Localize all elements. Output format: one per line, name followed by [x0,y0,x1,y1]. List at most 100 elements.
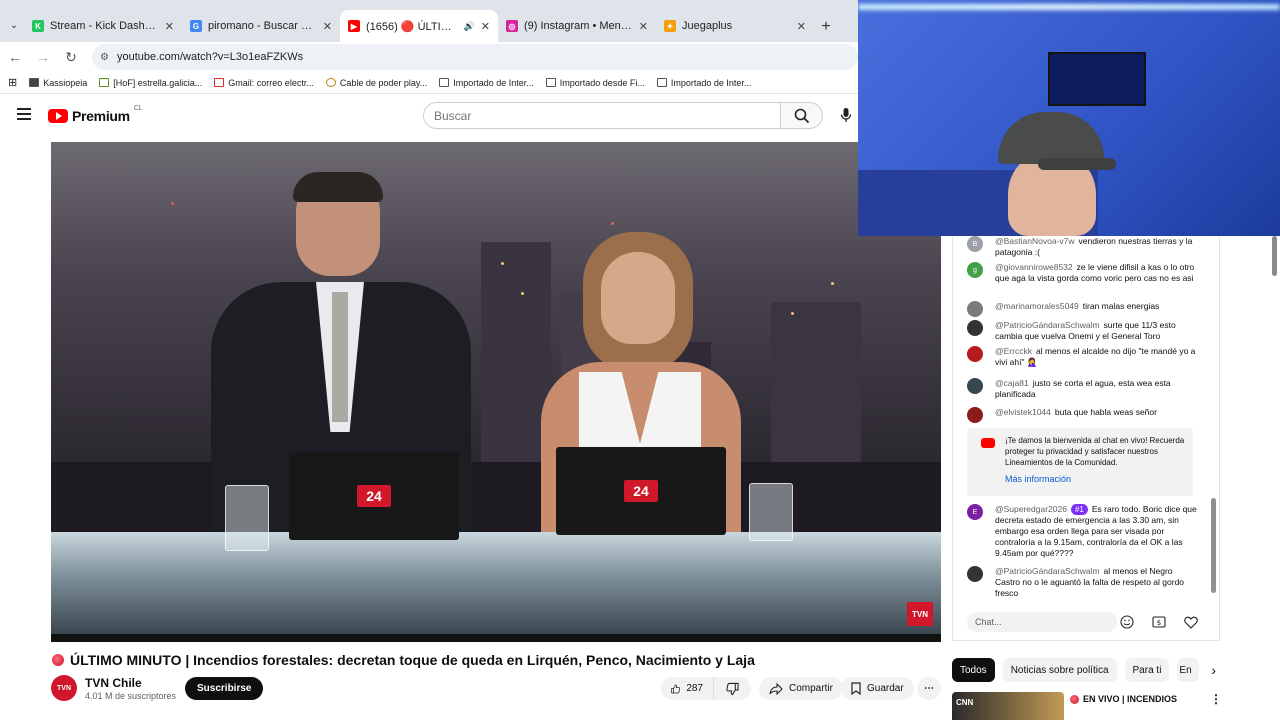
live-dot-icon [1070,694,1079,704]
chip-partial[interactable]: En [1177,658,1200,682]
apps-grid-icon[interactable]: ⊞ [8,76,17,89]
mic-button[interactable] [835,104,857,126]
channel-avatar[interactable]: TVN [51,675,77,701]
bookmark-item[interactable]: [HoF] estrella.galicia... [99,78,202,88]
tab-instagram[interactable]: ◎ (9) Instagram • Mensajes ✕ [498,10,656,42]
close-icon[interactable]: ✕ [797,20,806,33]
more-actions-button[interactable]: ⋯ [917,677,941,700]
water-glass [225,485,269,551]
bookmark-label: Importado de Inter... [670,77,752,88]
city-light [501,262,504,265]
forward-icon[interactable]: → [36,49,50,65]
new-tab-icon[interactable]: + [814,12,838,42]
tab-youtube[interactable]: ▶ (1656) 🔴 ÚLTIMO MINUTO 🔊 ✕ [340,10,498,42]
back-icon[interactable]: ← [8,49,22,65]
bookmarks-bar: ⊞ Kassiopeia [HoF] estrella.galicia... G… [0,72,858,94]
channel24-badge: 24 [624,480,658,502]
folder-icon [439,78,450,87]
thumbs-up-icon [671,684,681,693]
youtube-play-icon [48,109,68,123]
recommended-video[interactable]: CNN EN VIVO | INCENDIOS ⋮ [952,692,1222,720]
close-icon[interactable]: ✕ [639,20,648,33]
chip-todos[interactable]: Todos [952,658,995,682]
cap-brim [1038,158,1116,170]
menu-icon[interactable] [17,108,31,120]
chat-avatar [967,566,983,582]
bookmark-folder[interactable]: Importado de Inter... [439,78,534,88]
subscribe-button[interactable]: Suscribirse [185,677,264,700]
bookmark-item[interactable]: Gmail: correo electr... [214,78,314,88]
kick-favicon-icon: K [32,20,44,32]
like-button[interactable]: 287 [661,677,713,700]
chat-scrollbar[interactable] [1211,498,1216,593]
city-light [791,312,794,315]
bookmark-label: Cable de poder play... [339,77,428,88]
chat-message: B @BastianNovoa-v7w vendieron nuestras ti… [967,236,1199,258]
video-thumbnail[interactable]: CNN [952,692,1064,720]
chat-username[interactable]: @Errcckk [995,346,1032,356]
youtube-logo[interactable]: Premium CL [48,104,143,124]
save-button[interactable]: Guardar [841,677,914,700]
chat-username[interactable]: @Superedgar2026 [995,504,1067,514]
chat-placeholder: Chat... [975,617,1002,627]
tab-kick[interactable]: K Stream - Kick Dashboard ✕ [24,10,182,42]
chat-avatar: B [967,236,983,252]
close-icon[interactable]: ✕ [165,20,174,33]
tab-search-icon[interactable]: ⌄ [4,10,24,40]
chat-username[interactable]: @giovannirowe8532 [995,262,1073,272]
chevron-right-icon[interactable]: › [1211,662,1216,678]
bookmark-item[interactable]: Cable de poder play... [325,77,428,88]
super-chat-icon[interactable]: $ [1151,614,1167,630]
chat-text: buta que habla weas señor [1054,407,1157,417]
recommended-title: EN VIVO | INCENDIOS [1070,694,1177,704]
more-vert-icon[interactable]: ⋮ [1210,692,1222,706]
thumb-label: CNN [956,698,974,707]
heart-icon[interactable] [1183,614,1199,630]
search-placeholder: Buscar [434,108,472,123]
video-player[interactable]: 24 24 TVN [51,142,941,642]
chat-username[interactable]: @PatricioGándaraSchwalm [995,566,1100,576]
chat-avatar [967,346,983,362]
search-input[interactable]: Buscar [423,102,781,129]
youtube-icon [981,438,995,448]
tab-juegaplus[interactable]: ✦ Juegaplus ✕ [656,10,814,42]
bookmark-folder[interactable]: Importado de Inter... [656,77,752,88]
chat-username[interactable]: @caja81 [995,378,1029,388]
chat-username[interactable]: @marinamorales5049 [995,301,1079,311]
chip-para-ti[interactable]: Para ti [1124,658,1170,682]
dislike-button[interactable] [713,677,751,700]
news-desk [51,532,941,642]
video-title-text: ÚLTIMO MINUTO | Incendios forestales: de… [70,652,755,668]
channel24-badge: 24 [357,485,391,507]
search-button[interactable] [781,102,823,129]
reload-icon[interactable]: ↻ [64,49,78,66]
chat-input[interactable]: Chat... [967,612,1117,632]
bookmark-folder[interactable]: Importado desde Fi... [545,78,645,88]
emoji-icon[interactable] [1119,614,1135,630]
water-glass [749,483,793,541]
tab-title: Stream - Kick Dashboard [50,20,159,32]
bookmark-item[interactable]: Kassiopeia [29,78,87,88]
close-icon[interactable]: ✕ [481,20,490,33]
address-bar: ← → ↻ ⚙ youtube.com/watch?v=L3o1eaFZKWs [0,42,858,72]
url-input[interactable]: ⚙ youtube.com/watch?v=L3o1eaFZKWs [92,44,858,70]
city-light [171,202,174,205]
video-progress-bar[interactable] [51,634,941,642]
chat-username[interactable]: @BastianNovoa-v7w [995,236,1075,246]
tab-google[interactable]: G piromano - Buscar con Google ✕ [182,10,340,42]
speaker-icon[interactable]: 🔊 [464,21,475,32]
site-info-icon[interactable]: ⚙ [100,52,109,63]
chip-politica[interactable]: Noticias sobre política [1002,658,1117,682]
country-code: CL [133,104,143,112]
close-icon[interactable]: ✕ [323,20,332,33]
page-scrollbar[interactable] [1272,236,1277,276]
chat-message: @elvistek1044 buta que habla weas señor [967,407,1199,423]
logo-text: Premium [72,108,130,124]
channel-name[interactable]: TVN Chile [85,676,142,690]
chat-username[interactable]: @elvistek1044 [995,407,1051,417]
share-button[interactable]: Compartir [759,677,843,700]
chat-message: @caja81 justo se corta el agua, esta wea … [967,378,1199,400]
bookmark-label: Kassiopeia [43,77,88,88]
more-info-link[interactable]: Más información [1005,474,1071,485]
chat-username[interactable]: @PatricioGándaraSchwalm [995,320,1100,330]
